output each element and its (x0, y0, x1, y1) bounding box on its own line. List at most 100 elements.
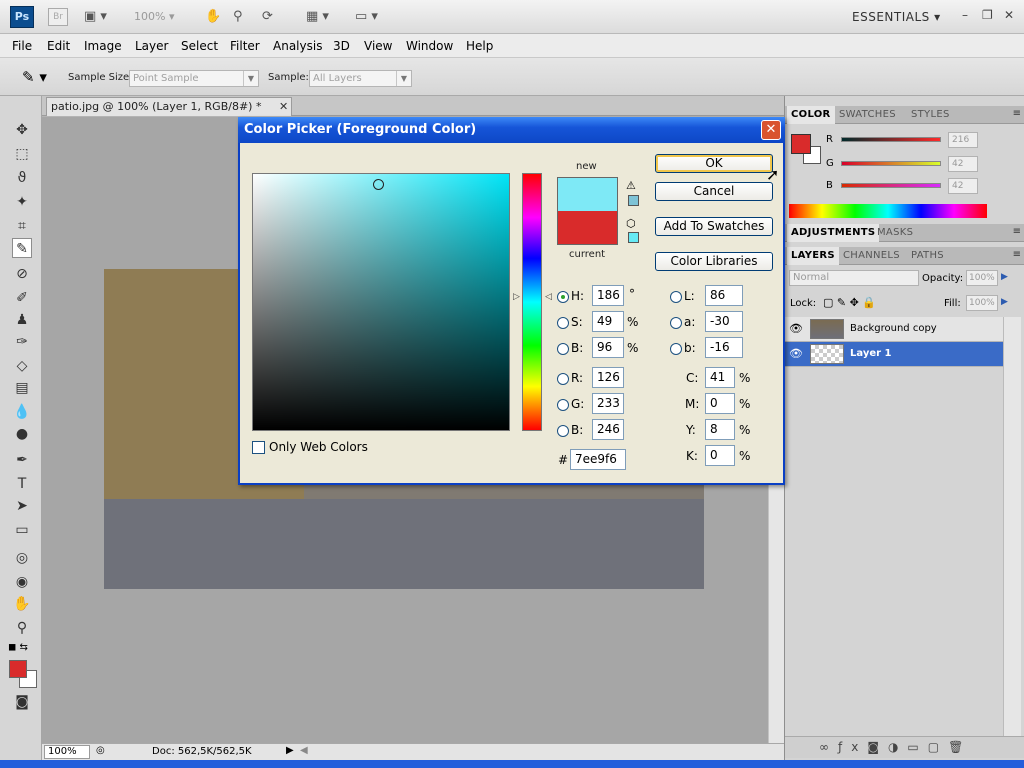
bridge-button[interactable]: Br (48, 8, 68, 26)
magenta-input[interactable]: 0 (705, 393, 735, 414)
tab-layers[interactable]: LAYERS (787, 247, 839, 265)
b-slider[interactable] (841, 183, 941, 188)
eraser-tool-icon[interactable]: ◇ (12, 356, 32, 376)
brush-tool-icon[interactable]: ✐ (12, 288, 32, 308)
hue-radio[interactable] (557, 291, 569, 303)
blue-radio[interactable] (557, 425, 569, 437)
only-web-colors-checkbox[interactable] (252, 441, 265, 454)
workspace-switcher[interactable]: ESSENTIALS ▾ (852, 10, 941, 24)
hue-slider-left-arrow-icon[interactable]: ▷ (513, 292, 520, 302)
out-of-gamut-warning-icon[interactable]: ⚠ (626, 179, 636, 192)
green-radio[interactable] (557, 399, 569, 411)
eyedropper-tool-icon[interactable]: ✎ (12, 238, 32, 258)
menu-filter[interactable]: Filter (230, 39, 260, 53)
type-tool-icon[interactable]: T (12, 474, 32, 494)
fill-arrow-icon[interactable]: ▶ (1001, 297, 1008, 307)
gamut-color-swatch[interactable] (628, 195, 639, 206)
tab-adjustments[interactable]: ADJUSTMENTS (787, 224, 880, 242)
menu-layer[interactable]: Layer (135, 39, 168, 53)
lightness-radio[interactable] (670, 291, 682, 303)
hand-tool-icon[interactable]: ✋ (205, 9, 221, 25)
cancel-button[interactable]: Cancel (655, 182, 773, 201)
dialog-close-button[interactable]: ✕ (761, 120, 781, 140)
color-libraries-button[interactable]: Color Libraries (655, 252, 773, 271)
lock-icons[interactable]: ▢ ✎ ✥ 🔒 (823, 296, 876, 309)
tab-masks[interactable]: MASKS (873, 224, 917, 242)
pen-tool-icon[interactable]: ✒ (12, 450, 32, 470)
menu-select[interactable]: Select (181, 39, 218, 53)
r-value[interactable]: 216 (948, 132, 978, 148)
hue-input[interactable]: 186 (592, 285, 624, 306)
a-channel-radio[interactable] (670, 317, 682, 329)
saturation-radio[interactable] (557, 317, 569, 329)
saturation-input[interactable]: 49 (592, 311, 624, 332)
sample-dropdown[interactable]: All Layers ▼ (309, 70, 412, 87)
history-brush-tool-icon[interactable]: ✑ (12, 332, 32, 352)
menu-image[interactable]: Image (84, 39, 122, 53)
menu-analysis[interactable]: Analysis (273, 39, 322, 53)
gradient-tool-icon[interactable]: ▤ (12, 378, 32, 398)
status-menu-icon[interactable]: ◎ (96, 745, 105, 756)
not-web-safe-cube-icon[interactable]: ⬡ (626, 217, 636, 230)
view-extras-icon[interactable]: ▣ ▾ (84, 9, 107, 25)
document-tab[interactable]: patio.jpg @ 100% (Layer 1, RGB/8#) * ✕ (46, 97, 292, 116)
add-to-swatches-button[interactable]: Add To Swatches (655, 217, 773, 236)
red-radio[interactable] (557, 373, 569, 385)
menu-window[interactable]: Window (406, 39, 453, 53)
sample-size-dropdown[interactable]: Point Sample ▼ (129, 70, 259, 87)
3d-rotate-tool-icon[interactable]: ◎ (12, 548, 32, 568)
a-channel-input[interactable]: -30 (705, 311, 743, 332)
eye-icon[interactable]: 👁 (789, 347, 803, 360)
tab-color[interactable]: COLOR (787, 106, 835, 124)
magic-wand-tool-icon[interactable]: ✦ (12, 192, 32, 212)
panel-menu-icon[interactable]: ≡ (1013, 249, 1021, 260)
arrange-documents-icon[interactable]: ▦ ▾ (306, 9, 329, 25)
rotate-view-icon[interactable]: ⟳ (262, 9, 273, 25)
cyan-input[interactable]: 41 (705, 367, 735, 388)
green-input[interactable]: 233 (592, 393, 624, 414)
b-channel-radio[interactable] (670, 343, 682, 355)
restore-button[interactable]: ❐ (982, 8, 993, 22)
menu-help[interactable]: Help (466, 39, 493, 53)
b-channel-input[interactable]: -16 (705, 337, 743, 358)
close-icon[interactable]: ✕ (279, 98, 288, 116)
layers-footer-icons[interactable]: ∞ƒx◙◑▭▢🗑 (785, 736, 1024, 758)
lightness-input[interactable]: 86 (705, 285, 743, 306)
crop-tool-icon[interactable]: ⌗ (12, 216, 32, 236)
path-selection-tool-icon[interactable]: ➤ (12, 496, 32, 516)
layer-row[interactable]: 👁 Background copy (785, 317, 1003, 342)
color-field-cursor[interactable] (373, 179, 384, 190)
b-value[interactable]: 42 (948, 178, 978, 194)
tab-channels[interactable]: CHANNELS (839, 247, 904, 265)
minimize-button[interactable]: – (962, 8, 968, 22)
lasso-tool-icon[interactable]: ϑ (12, 168, 32, 188)
scroll-left-icon[interactable]: ◀ (300, 745, 308, 756)
hue-slider-right-arrow-icon[interactable]: ◁ (545, 292, 552, 302)
healing-brush-tool-icon[interactable]: ⊘ (12, 264, 32, 284)
fill-field[interactable]: 100% (966, 295, 998, 311)
menu-3d[interactable]: 3D (333, 39, 350, 53)
web-safe-color-swatch[interactable] (628, 232, 639, 243)
eyedropper-tool-preset-icon[interactable]: ✎ ▾ (22, 68, 47, 86)
zoom-tool-icon[interactable]: ⚲ (12, 618, 32, 638)
ok-button[interactable]: OK (655, 154, 773, 173)
blend-mode-dropdown[interactable]: Normal (789, 270, 919, 286)
tab-paths[interactable]: PATHS (907, 247, 948, 265)
screen-mode-icon[interactable]: ▭ ▾ (355, 9, 378, 25)
tab-swatches[interactable]: SWATCHES (835, 106, 900, 124)
tab-styles[interactable]: STYLES (907, 106, 954, 124)
menu-edit[interactable]: Edit (47, 39, 70, 53)
color-field[interactable] (252, 173, 510, 431)
eye-icon[interactable]: 👁 (789, 322, 803, 335)
color-spectrum-ramp[interactable] (789, 204, 987, 218)
zoom-level-dropdown[interactable]: 100% ▾ (134, 10, 174, 23)
close-button[interactable]: ✕ (1004, 8, 1014, 22)
dodge-tool-icon[interactable]: ● (12, 424, 32, 444)
clone-stamp-tool-icon[interactable]: ♟ (12, 310, 32, 330)
opacity-arrow-icon[interactable]: ▶ (1001, 272, 1008, 282)
shape-tool-icon[interactable]: ▭ (12, 520, 32, 540)
layer-row[interactable]: 👁 Layer 1 (785, 342, 1003, 367)
g-slider[interactable] (841, 161, 941, 166)
blue-input[interactable]: 246 (592, 419, 624, 440)
brightness-radio[interactable] (557, 343, 569, 355)
